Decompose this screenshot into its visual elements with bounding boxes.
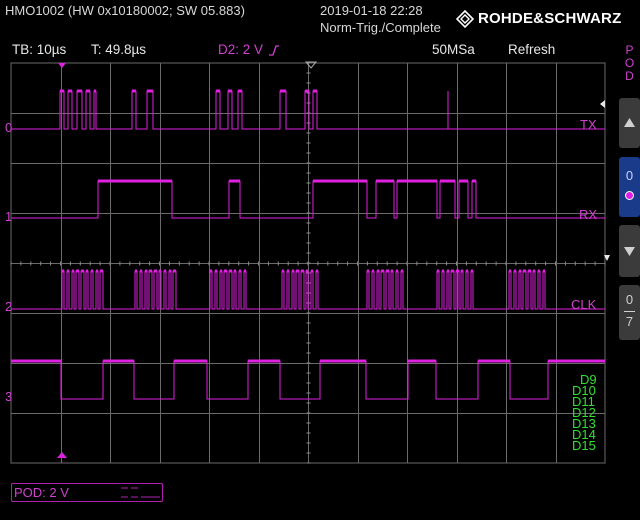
datetime: 2019-01-18 22:28 [320,3,423,18]
pod-index: 0 [625,168,634,183]
divider [624,311,635,312]
rising-edge-icon [269,45,279,56]
trace-clk [11,270,605,310]
waveform-display[interactable] [0,60,616,470]
scroll-down-button[interactable] [619,225,640,277]
ground-marker-icon [57,452,67,458]
rs-diamond-icon [456,10,474,28]
pod-setting-box[interactable]: POD: 2 V [11,483,163,502]
pod-title-letter: D [625,69,634,83]
timebase-readout[interactable]: TB: 10µs [12,42,66,58]
brand-name: ROHDE&SCHWARZ [478,10,622,27]
channel-name-rx: RX [579,207,598,222]
graticule [10,62,606,464]
pod-setting-label: POD: 2 V [14,485,69,500]
sample-rate-readout[interactable]: 50MSa [432,42,475,58]
triangle-down-icon [624,247,635,256]
page-indicator[interactable]: 0 7 [619,285,640,340]
threshold-indicator-icon [121,487,160,498]
trigger-source-readout[interactable]: D2: 2 V [218,42,263,58]
trigger-time-readout[interactable]: T: 49.8µs [91,42,146,58]
channel-index-2: 2 [5,299,13,314]
brand-logo: ROHDE&SCHWARZ [456,9,636,29]
channel-name-tx: TX [580,117,597,132]
trigger-position-icon [58,63,66,68]
triangle-up-icon [624,118,635,127]
trigger-mode: Norm-Trig./Complete [320,20,441,35]
trigger-level-icon [600,100,605,108]
pod-active-dot-icon [625,191,634,200]
instrument-model: HMO1002 (HW 0x10180002; SW 05.883) [5,3,245,18]
page-top: 0 [625,292,634,307]
channel-index-3: 3 [5,389,13,404]
channel-name-clk: CLK [571,297,597,312]
pod-select-button[interactable]: 0 [619,157,640,217]
page-bottom: 7 [625,314,634,329]
channel-index-0: 0 [5,120,13,135]
channel-index-1: 1 [5,209,13,224]
acquire-mode-readout[interactable]: Refresh [508,42,555,58]
scroll-up-button[interactable] [619,98,640,148]
pod-title: P O D [619,44,640,83]
digital-label: D15 [572,438,596,453]
